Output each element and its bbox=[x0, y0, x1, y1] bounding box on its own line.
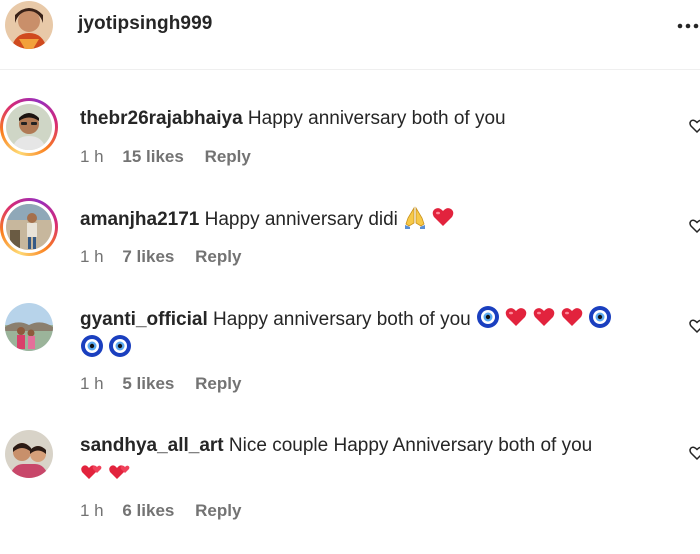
red-heart-emoji-icon bbox=[561, 308, 583, 326]
comment-body: Happy anniversary both of you bbox=[247, 108, 506, 129]
comment-time: 1 h bbox=[80, 501, 104, 520]
comment-text: amanjha2171 Happy anniversary didi bbox=[80, 205, 670, 234]
comment-meta: 1 h 15 likes Reply bbox=[80, 147, 251, 167]
post-header: jyotipsingh999 bbox=[0, 0, 700, 70]
comment-meta: 1 h 6 likes Reply bbox=[80, 501, 241, 521]
like-heart-icon[interactable] bbox=[689, 118, 700, 134]
avatar bbox=[6, 104, 52, 150]
comment-text: sandhya_all_art Nice couple Happy Annive… bbox=[80, 432, 670, 489]
like-heart-icon[interactable] bbox=[689, 445, 700, 461]
comment-likes[interactable]: 15 likes bbox=[122, 147, 183, 167]
more-options-icon[interactable] bbox=[676, 20, 700, 32]
comment-likes[interactable]: 5 likes bbox=[122, 374, 174, 394]
comment-time: 1 h bbox=[80, 147, 104, 166]
avatar[interactable] bbox=[5, 430, 53, 478]
nazar-amulet-emoji-icon bbox=[81, 335, 103, 357]
comment-username[interactable]: gyanti_official bbox=[80, 309, 208, 330]
avatar[interactable] bbox=[5, 303, 53, 351]
comment-time: 1 h bbox=[80, 374, 104, 393]
post-author-username[interactable]: jyotipsingh999 bbox=[78, 13, 212, 35]
comment-username[interactable]: thebr26rajabhaiya bbox=[80, 108, 243, 129]
avatar bbox=[6, 204, 52, 250]
comment-meta: 1 h 5 likes Reply bbox=[80, 374, 241, 394]
folded-hands-emoji-icon bbox=[405, 206, 426, 229]
nazar-amulet-emoji-icon bbox=[589, 306, 612, 328]
two-hearts-emoji-icon bbox=[81, 465, 102, 479]
reply-button[interactable]: Reply bbox=[195, 501, 241, 521]
reply-button[interactable]: Reply bbox=[205, 147, 251, 167]
comment-text: thebr26rajabhaiya Happy anniversary both… bbox=[80, 105, 670, 133]
red-heart-emoji-icon bbox=[533, 308, 555, 326]
comment-username[interactable]: amanjha2171 bbox=[80, 209, 199, 230]
reply-button[interactable]: Reply bbox=[195, 247, 241, 267]
red-heart-emoji-icon bbox=[505, 308, 527, 326]
comment-body: Happy anniversary both of you bbox=[213, 309, 471, 330]
like-heart-icon[interactable] bbox=[689, 318, 700, 334]
post-author-avatar[interactable] bbox=[5, 1, 53, 49]
comment-meta: 1 h 7 likes Reply bbox=[80, 247, 241, 267]
comment-text: gyanti_official Happy anniversary both o… bbox=[80, 305, 670, 363]
two-hearts-emoji-icon bbox=[109, 465, 130, 479]
comment-body: Nice couple Happy Anniversary both of yo… bbox=[228, 435, 593, 456]
comment-body: Happy anniversary didi bbox=[204, 209, 398, 230]
story-ring-avatar[interactable] bbox=[0, 98, 58, 156]
nazar-amulet-emoji-icon bbox=[477, 306, 500, 328]
comment-time: 1 h bbox=[80, 247, 104, 266]
comment-likes[interactable]: 6 likes bbox=[122, 501, 174, 521]
story-ring-avatar[interactable] bbox=[0, 198, 58, 256]
reply-button[interactable]: Reply bbox=[195, 374, 241, 394]
red-heart-emoji-icon bbox=[432, 208, 454, 226]
nazar-amulet-emoji-icon bbox=[109, 335, 131, 357]
comment-likes[interactable]: 7 likes bbox=[122, 247, 174, 267]
comment-username[interactable]: sandhya_all_art bbox=[80, 435, 224, 456]
like-heart-icon[interactable] bbox=[689, 218, 700, 234]
